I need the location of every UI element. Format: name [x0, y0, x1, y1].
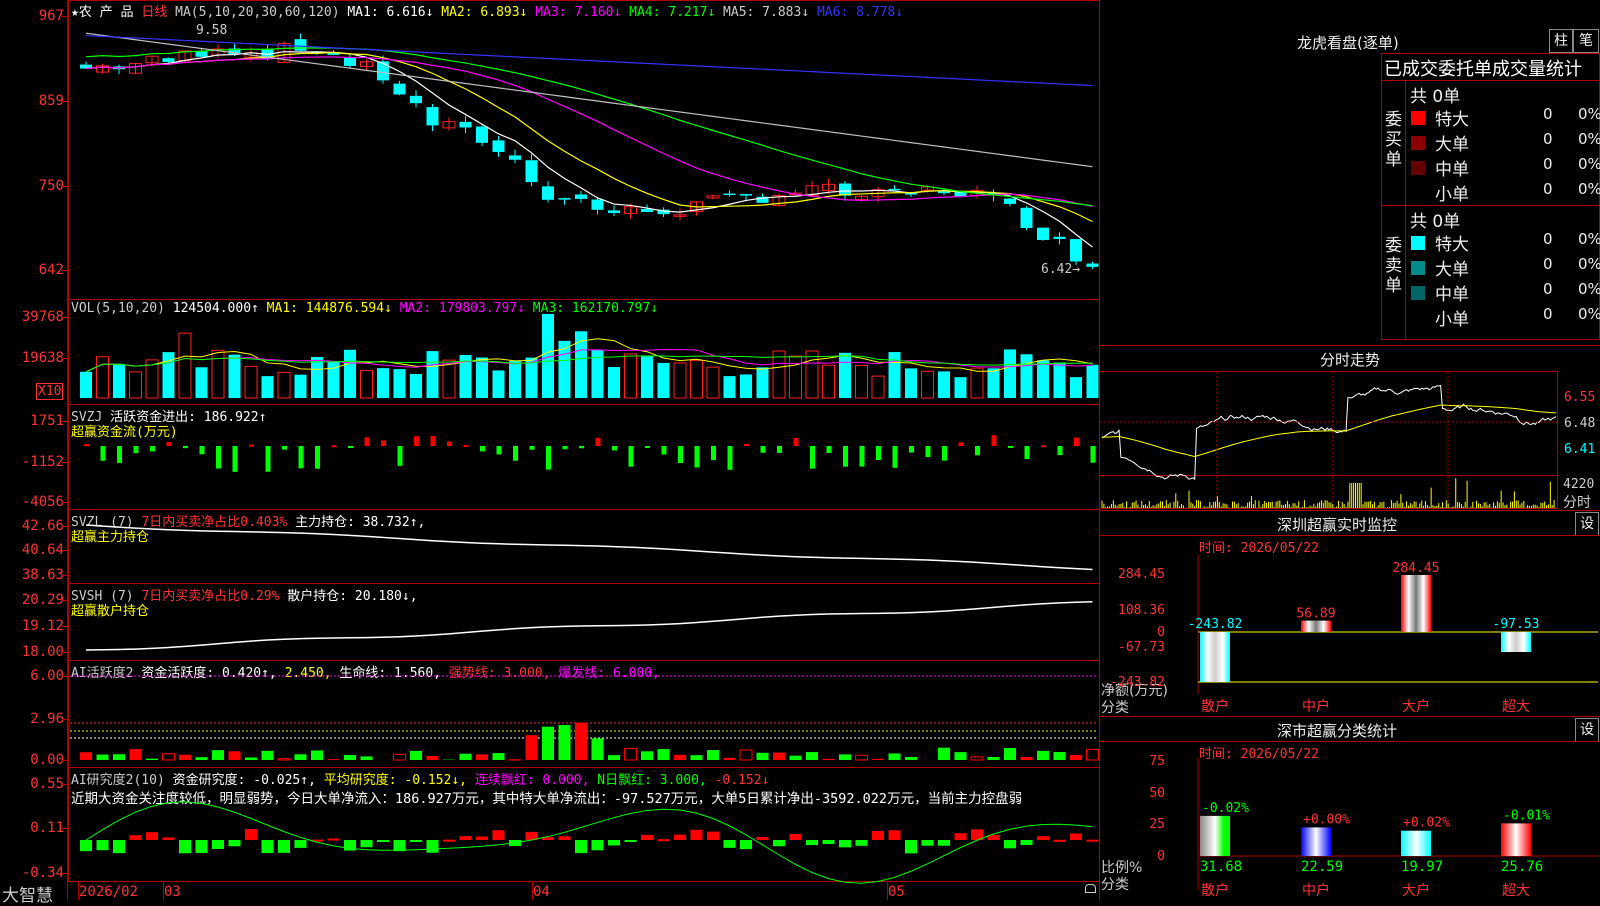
- classify-cat-2: 大户: [1402, 882, 1430, 899]
- monitor-value-3: -97.53: [1493, 617, 1540, 632]
- classify-value-1: 22.59: [1301, 859, 1343, 875]
- classify-change-2: +0.02%: [1403, 816, 1450, 831]
- monitor-cat-1: 中户: [1302, 698, 1330, 715]
- monitor-y-tick: 284.45: [1118, 567, 1165, 582]
- monitor-bar-0: [1200, 632, 1230, 682]
- classify-y-tick: 0: [1157, 849, 1165, 864]
- classify-y-tick: 50: [1149, 786, 1165, 801]
- classify-change-1: +0.00%: [1303, 812, 1350, 827]
- classify-bar-1: [1301, 827, 1331, 856]
- classify-y-tick: 25: [1149, 817, 1165, 832]
- monitor-y-tick: 108.36: [1118, 603, 1165, 618]
- monitor-cat-2: 大户: [1402, 698, 1430, 715]
- classify-change-3: -0.01%: [1503, 808, 1550, 823]
- monitor-y-tick: 0: [1157, 625, 1165, 640]
- monitor-cat-3: 超大: [1502, 699, 1530, 715]
- classify-change-0: -0.02%: [1202, 801, 1249, 816]
- classify-value-2: 19.97: [1401, 859, 1443, 875]
- classify-cat-0: 散户: [1201, 882, 1229, 899]
- monitor-value-1: 56.89: [1296, 607, 1335, 622]
- intraday-avg-line: [1102, 405, 1556, 456]
- classify-value-3: 25.76: [1501, 859, 1543, 875]
- classify-bar-3: [1501, 823, 1531, 856]
- classify-cat-3: 超大: [1502, 883, 1530, 899]
- monitor-y-tick: -243.82: [1110, 675, 1165, 690]
- monitor-cat-0: 散户: [1201, 698, 1229, 715]
- classify-bar-2: [1401, 831, 1431, 856]
- right-charts: 284.45108.360-67.73-243.82-243.82散户56.89…: [0, 0, 1600, 900]
- classify-bar-0: [1200, 816, 1230, 856]
- monitor-value-2: 284.45: [1393, 561, 1440, 576]
- classify-cat-1: 中户: [1302, 882, 1330, 899]
- classify-y-tick: 75: [1149, 754, 1165, 769]
- monitor-value-0: -243.82: [1188, 617, 1243, 632]
- monitor-bar-3: [1501, 632, 1531, 652]
- monitor-y-tick: -67.73: [1118, 640, 1165, 655]
- intraday-price-line: [1102, 386, 1556, 480]
- monitor-bar-1: [1301, 621, 1331, 632]
- monitor-bar-2: [1401, 575, 1431, 632]
- classify-value-0: 31.68: [1200, 859, 1242, 875]
